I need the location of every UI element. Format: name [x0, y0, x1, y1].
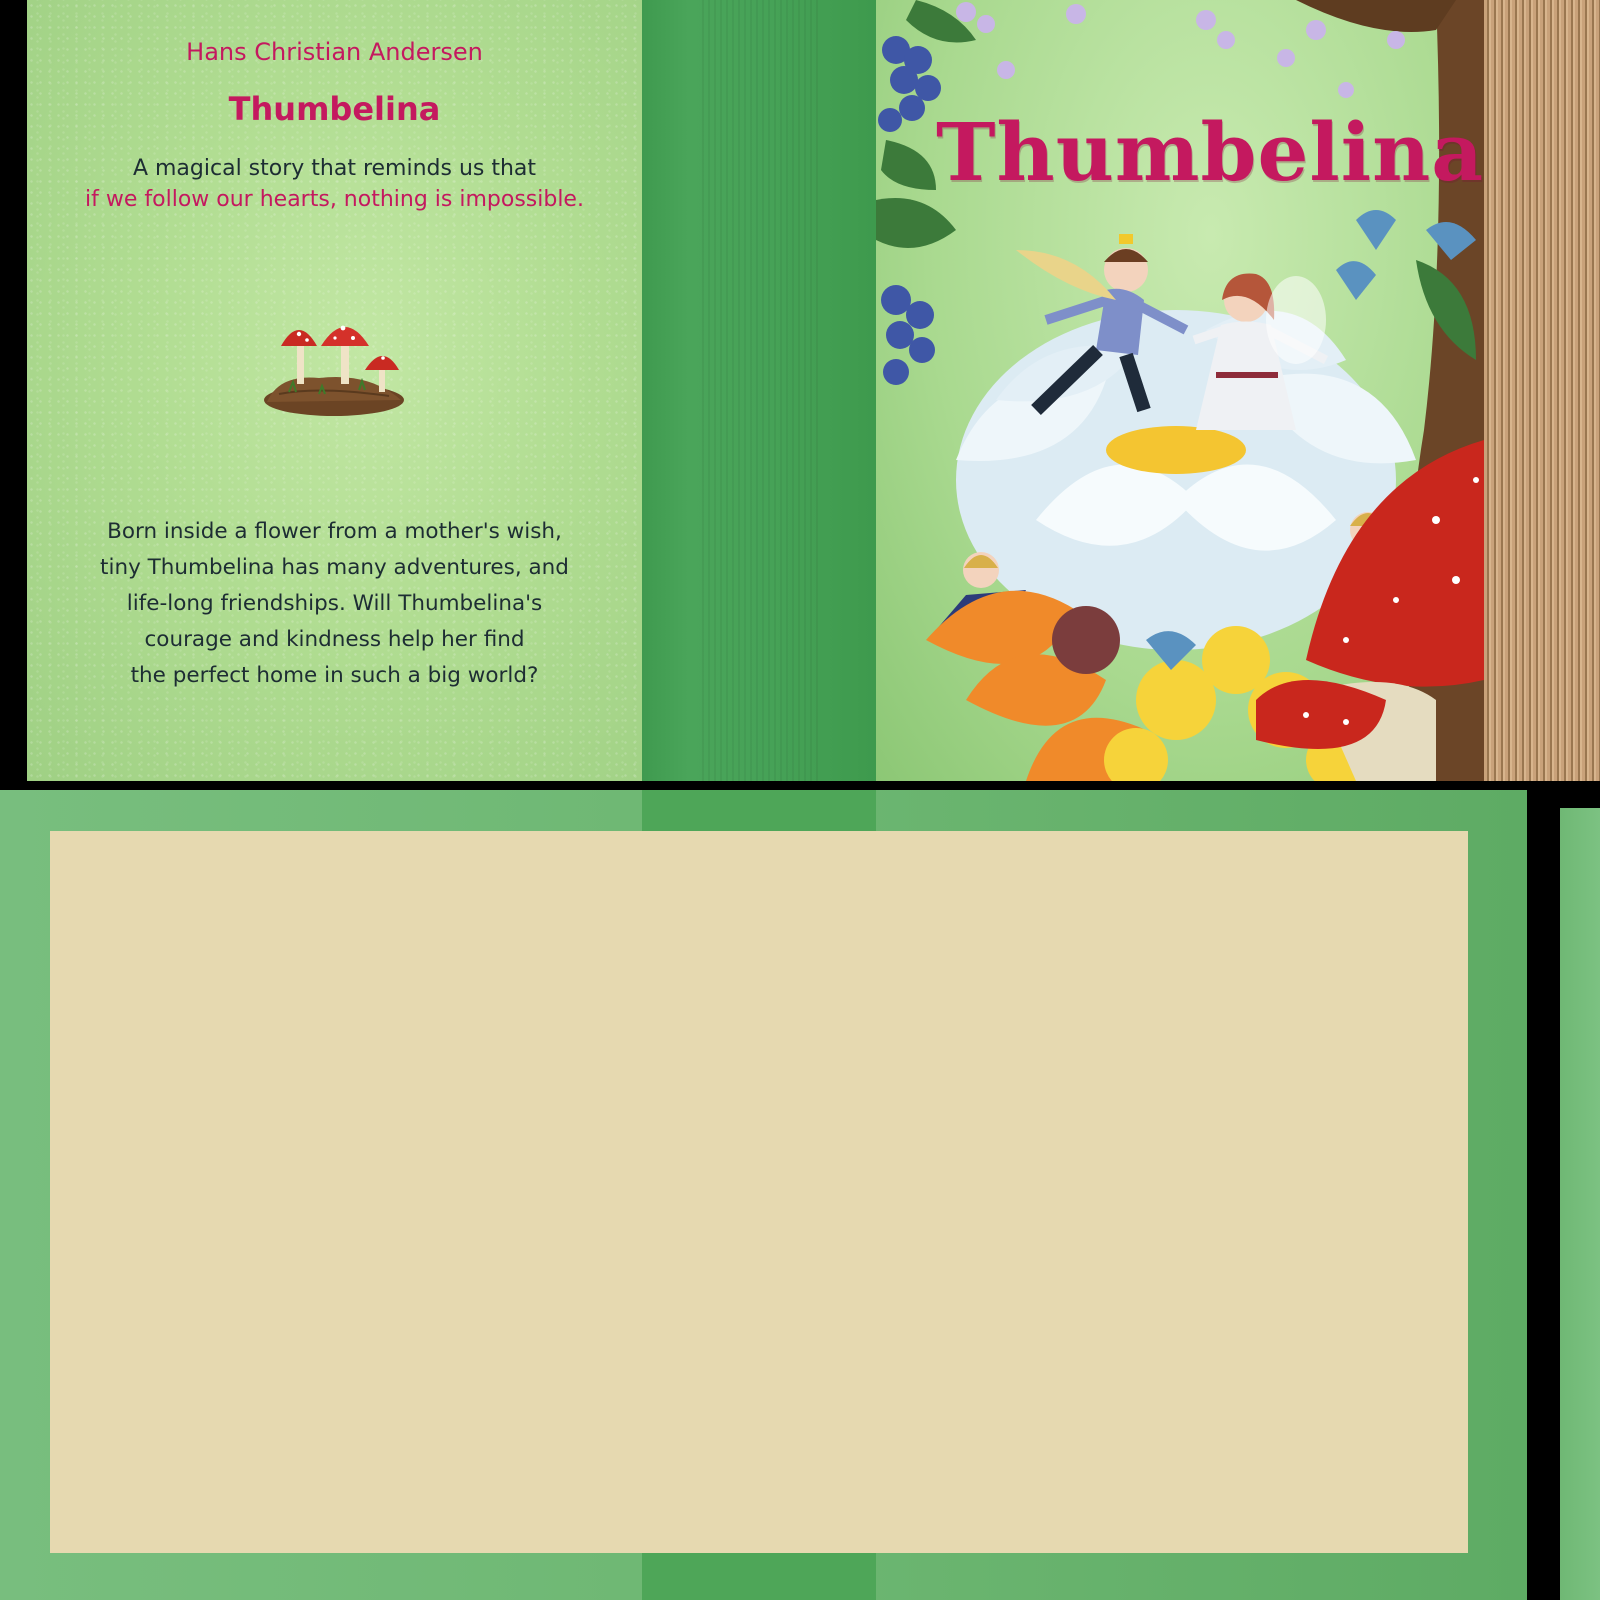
tagline-line-2: if we follow our hearts, nothing is impo…	[85, 187, 584, 212]
page-edges	[1484, 0, 1600, 781]
mushroom-cluster-icon	[264, 325, 404, 416]
author-name: Hans Christian Andersen	[186, 38, 483, 66]
back-cover-title: Thumbelina	[228, 90, 441, 128]
blurb-line: the perfect home in such a big world?	[130, 663, 539, 688]
blurb-line: tiny Thumbelina has many adventures, and	[100, 555, 569, 580]
tagline-line-1: A magical story that reminds us that	[132, 156, 537, 181]
board-gap	[1527, 808, 1560, 1600]
blurb-line: courage and kindness help her find	[144, 627, 525, 652]
front-cover-title: Thumbelina	[936, 105, 1484, 199]
board-edge	[1560, 808, 1600, 1600]
book-spine	[642, 0, 876, 781]
back-cover: Hans Christian Andersen Thumbelina A mag…	[27, 0, 642, 781]
blurb-line: Born inside a flower from a mother's wis…	[107, 519, 562, 544]
front-cover: Thumbelina	[876, 0, 1484, 781]
blurb-line: life-long friendships. Will Thumbelina's	[126, 591, 543, 616]
endpaper	[50, 831, 1468, 1553]
blurb-text: Born inside a flower from a mother's wis…	[27, 514, 642, 694]
